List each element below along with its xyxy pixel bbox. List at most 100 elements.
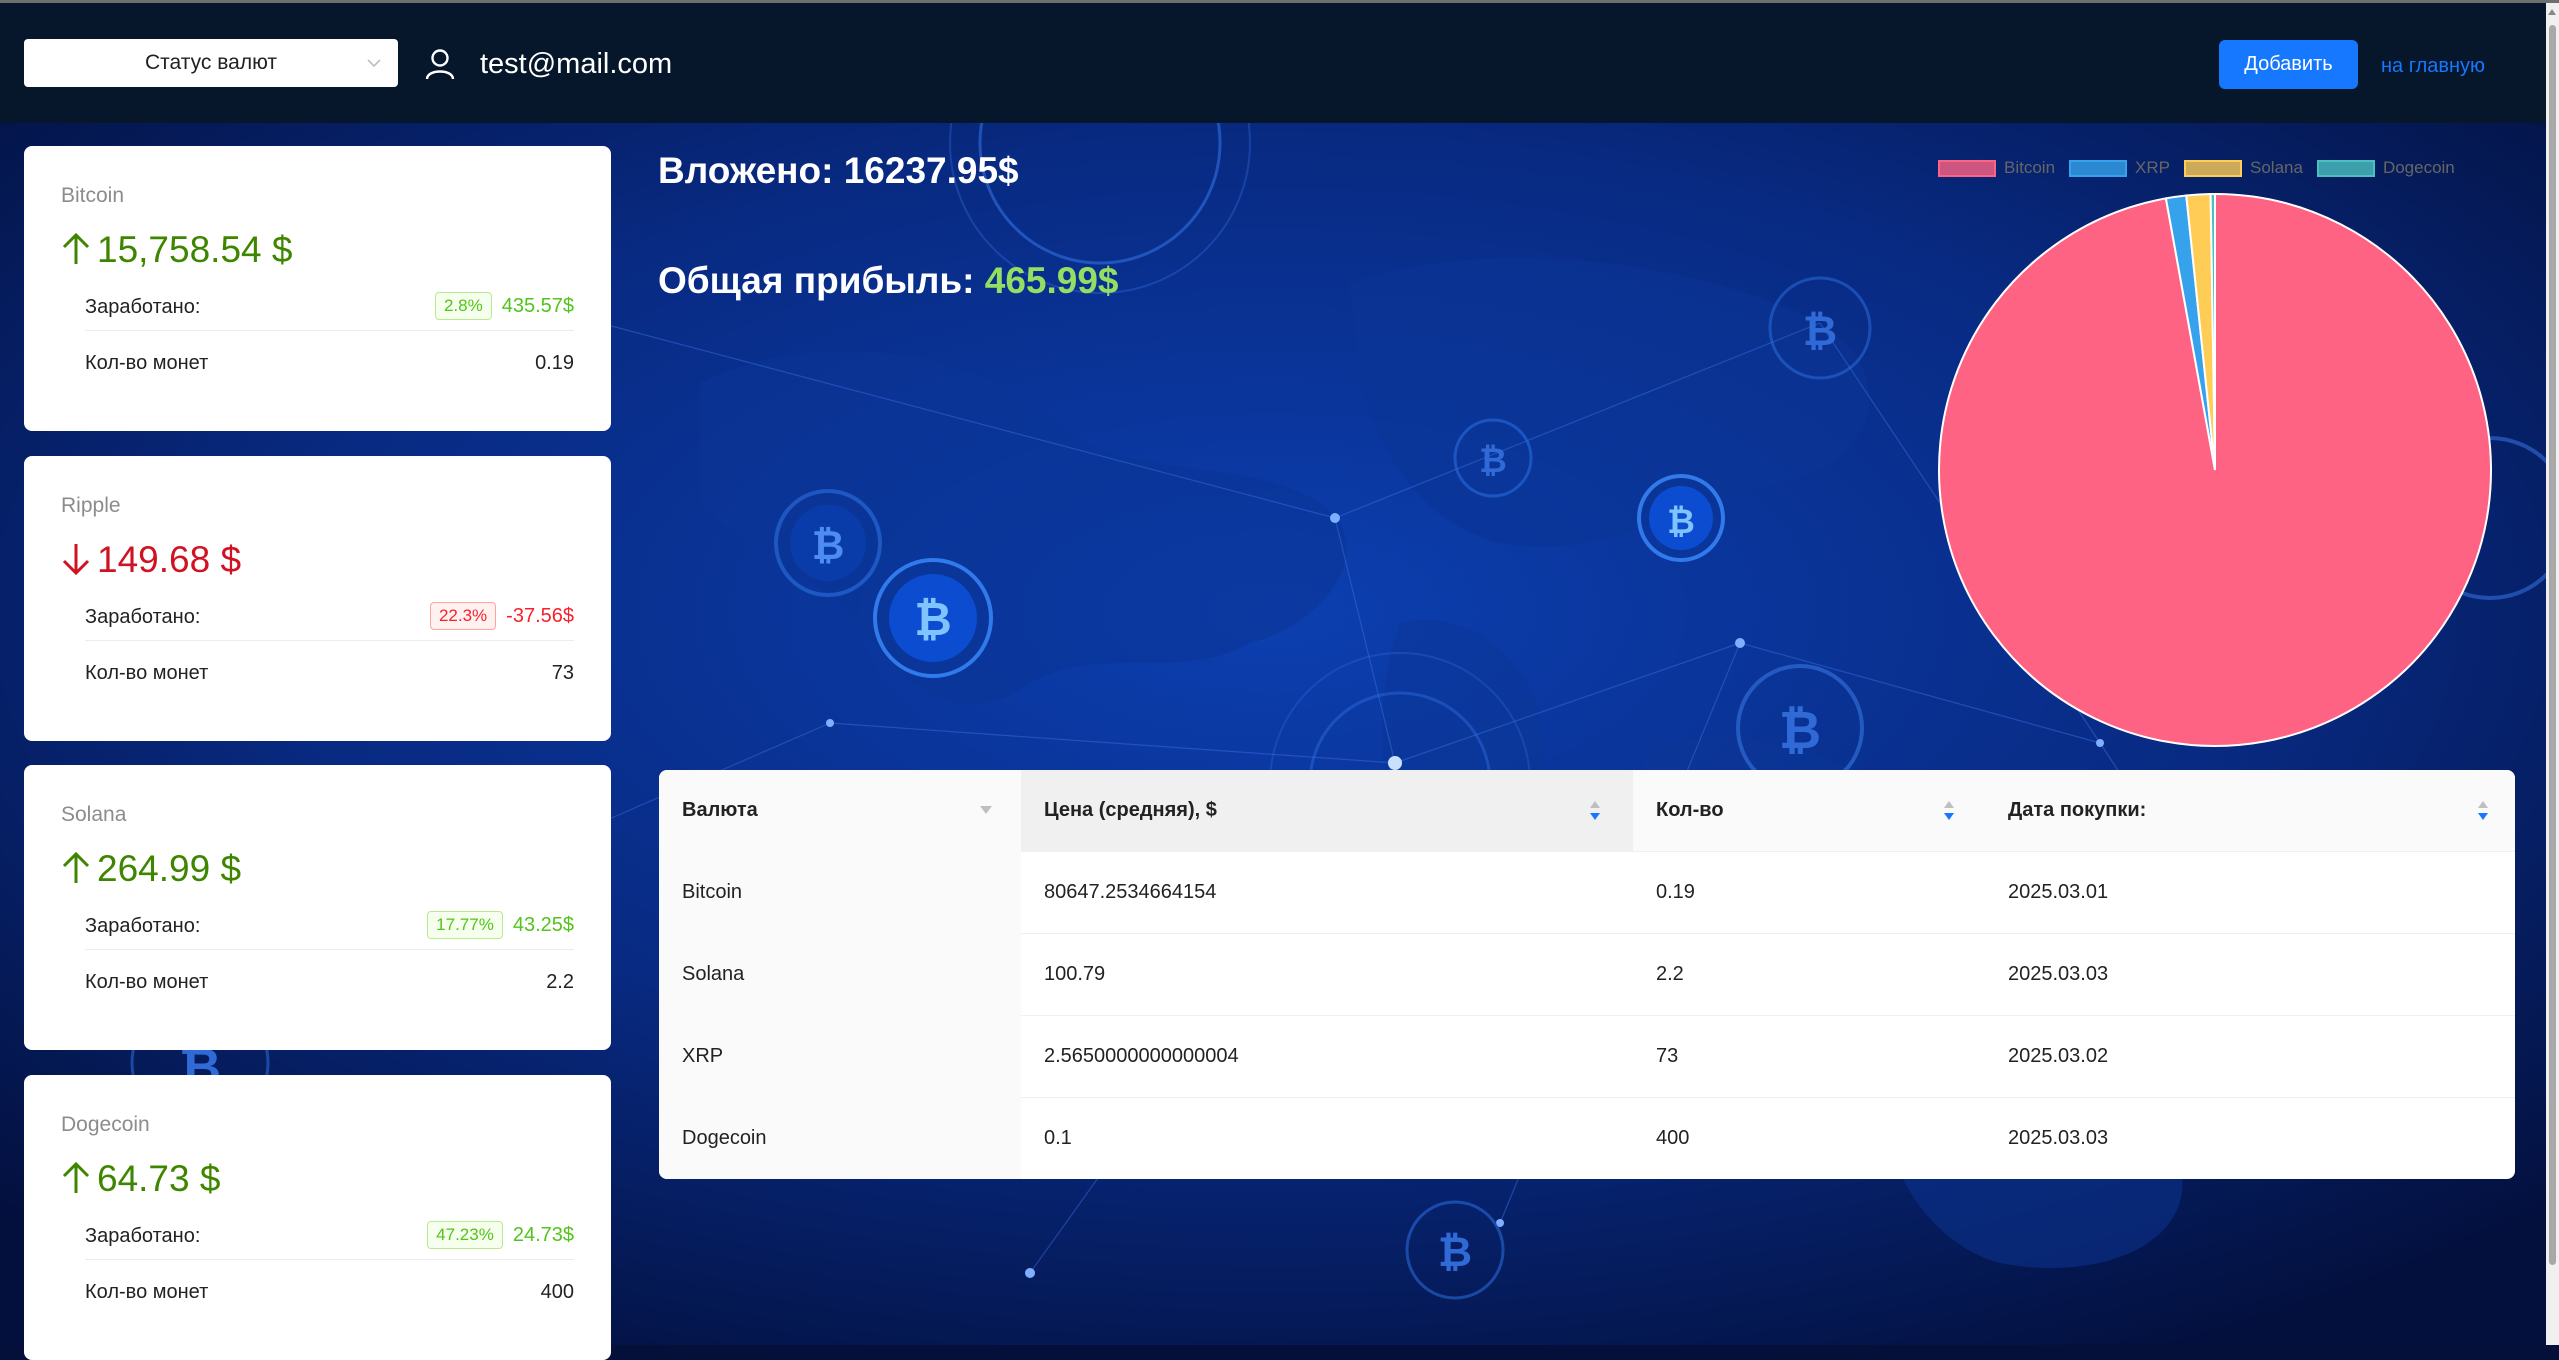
arrow-down-icon (62, 544, 90, 576)
card-coins-label: Кол-во монет (85, 1281, 209, 1303)
filter-icon[interactable] (979, 804, 993, 816)
card-currency-name: Solana (61, 803, 127, 826)
column-header-quantity[interactable]: Кол-во (1633, 770, 1985, 851)
table-row[interactable]: Solana 100.79 2.2 2025.03.03 (659, 933, 2515, 1016)
card-coins-value: 0.19 (535, 352, 574, 374)
currency-card-dogecoin: Dogecoin 64.73 $ Заработано: 47.23% 24.73… (24, 1075, 611, 1360)
profit-label: Общая прибыль: (658, 260, 975, 301)
card-earned-label: Заработано: (85, 606, 201, 628)
legend-item[interactable]: Dogecoin (2316, 158, 2455, 178)
cell-price: 80647.2534664154 (1044, 881, 1217, 903)
table-row[interactable]: Dogecoin 0.1 400 2025.03.03 (659, 1097, 2515, 1179)
column-header-label: Валюта (682, 799, 758, 821)
sort-icon[interactable] (1943, 800, 1955, 822)
svg-text:₿: ₿ (914, 593, 952, 645)
column-header-label: Дата покупки: (2008, 799, 2147, 821)
chevron-down-icon (367, 59, 381, 68)
page-scrollbar[interactable] (2546, 3, 2559, 1345)
legend-label: XRP (2135, 158, 2170, 177)
card-earned-row: Заработано: 17.77% 43.25$ (85, 905, 574, 950)
card-coins-value: 73 (551, 662, 574, 684)
legend-item[interactable]: XRP (2069, 158, 2170, 178)
currency-status-select[interactable]: Статус валют (24, 39, 398, 87)
scroll-up-arrow-icon[interactable] (2548, 9, 2556, 15)
card-price-value: 64.73 $ (97, 1158, 221, 1199)
cell-date: 2025.03.03 (2008, 963, 2109, 985)
card-percent-tag: 2.8% (434, 292, 492, 320)
card-currency-name: Ripple (61, 494, 121, 517)
legend-label: Solana (2250, 158, 2303, 177)
cell-date: 2025.03.01 (2008, 881, 2109, 903)
card-coins-label: Кол-во монет (85, 352, 209, 374)
card-earned-label: Заработано: (85, 296, 201, 318)
legend-swatch (2316, 159, 2375, 177)
purchases-table: Валюта Цена (средняя), $ Кол-во Дата пок… (659, 770, 2515, 1179)
card-currency-name: Dogecoin (61, 1113, 150, 1136)
table-header: Валюта Цена (средняя), $ Кол-во Дата пок… (659, 770, 2515, 852)
arrow-up-icon (62, 1161, 90, 1193)
card-coins-row: Кол-во монет 73 (85, 652, 574, 696)
card-percent-tag: 47.23% (427, 1221, 503, 1249)
user-icon (425, 49, 455, 80)
card-currency-name: Bitcoin (61, 184, 125, 207)
legend-label: Dogecoin (2382, 158, 2455, 177)
card-price: 264.99 $ (61, 847, 241, 891)
card-earned-amount: -37.56$ (506, 604, 574, 627)
column-header-date[interactable]: Дата покупки: (1985, 770, 2515, 851)
cell-price: 2.5650000000000004 (1044, 1045, 1239, 1067)
currency-card-ripple: Ripple 149.68 $ Заработано: 22.3% -37.56$… (24, 456, 611, 741)
cell-currency: Bitcoin (659, 851, 1021, 933)
card-earned-row: Заработано: 22.3% -37.56$ (85, 596, 574, 641)
card-coins-label: Кол-во монет (85, 971, 209, 993)
table-row[interactable]: Bitcoin 80647.2534664154 0.19 2025.03.01 (659, 851, 2515, 934)
card-price-value: 264.99 $ (97, 848, 242, 889)
profit-value: 465.99$ (984, 260, 1119, 301)
card-earned-label: Заработано: (85, 915, 201, 937)
column-header-currency[interactable]: Валюта (659, 770, 1021, 851)
card-earned-amount: 43.25$ (512, 913, 574, 936)
invested-total: Вложено: 16237.95$ (658, 150, 1019, 192)
user-email: test@mail.com (480, 48, 673, 80)
svg-text:₿: ₿ (1779, 702, 1821, 760)
cell-quantity: 73 (1656, 1045, 1679, 1067)
table-row[interactable]: XRP 2.5650000000000004 73 2025.03.02 (659, 1015, 2515, 1098)
column-header-label: Кол-во (1656, 799, 1724, 821)
invested-label: Вложено: (658, 150, 834, 191)
currency-card-bitcoin: Bitcoin 15,758.54 $ Заработано: 2.8% 435.… (24, 146, 611, 431)
card-coins-value: 2.2 (546, 971, 574, 993)
home-link[interactable]: на главную (2381, 54, 2485, 78)
pie-legend: Bitcoin XRP Solana Dogecoin (1938, 158, 2455, 178)
card-percent-tag: 22.3% (429, 602, 497, 630)
cell-price: 100.79 (1044, 963, 1106, 985)
legend-label: Bitcoin (2004, 158, 2056, 177)
cell-quantity: 2.2 (1656, 963, 1684, 985)
card-earned-row: Заработано: 47.23% 24.73$ (85, 1215, 574, 1260)
card-price-value: 149.68 $ (97, 539, 242, 580)
cell-date: 2025.03.03 (2008, 1127, 2109, 1149)
scrollbar-thumb[interactable] (2549, 25, 2556, 1265)
add-button[interactable]: Добавить (2219, 40, 2358, 89)
cell-currency: Solana (659, 933, 1021, 1015)
sort-icon[interactable] (2477, 800, 2489, 822)
sort-icon[interactable] (1589, 800, 1601, 822)
card-price-value: 15,758.54 $ (97, 229, 293, 270)
cell-quantity: 0.19 (1656, 881, 1695, 903)
bitcoin-coin-1: ₿ (873, 558, 993, 678)
currency-card-solana: Solana 264.99 $ Заработано: 17.77% 43.25$… (24, 765, 611, 1050)
card-price: 64.73 $ (61, 1157, 220, 1201)
svg-text:₿: ₿ (812, 524, 845, 568)
column-header-price[interactable]: Цена (средняя), $ (1021, 770, 1633, 851)
portfolio-pie-chart (1938, 192, 2492, 747)
svg-text:₿: ₿ (1803, 307, 1837, 354)
legend-item[interactable]: Bitcoin (1938, 158, 2055, 178)
card-earned-row: Заработано: 2.8% 435.57$ (85, 286, 574, 331)
card-earned-amount: 435.57$ (501, 294, 574, 317)
svg-text:₿: ₿ (1438, 1228, 1472, 1275)
cell-price: 0.1 (1044, 1127, 1072, 1149)
currency-status-select-label: Статус валют (145, 51, 277, 74)
column-header-label: Цена (средняя), $ (1044, 799, 1217, 821)
arrow-up-icon (62, 232, 90, 264)
card-coins-row: Кол-во монет 2.2 (85, 961, 574, 1005)
legend-item[interactable]: Solana (2184, 158, 2303, 178)
card-coins-value: 400 (540, 1281, 574, 1303)
